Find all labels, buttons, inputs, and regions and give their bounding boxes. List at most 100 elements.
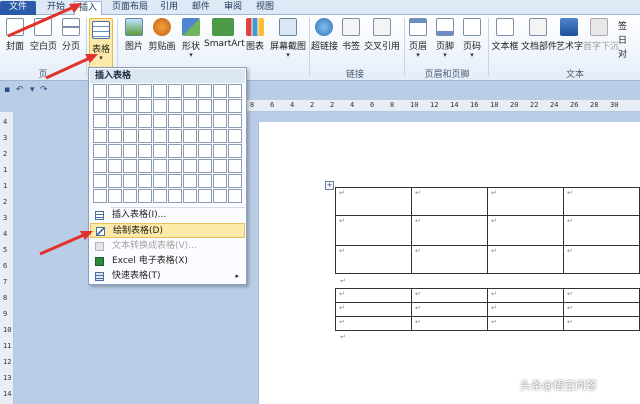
grid-cell[interactable] bbox=[228, 114, 242, 128]
table-cell[interactable]: ↵ bbox=[563, 288, 640, 303]
grid-cell[interactable] bbox=[228, 174, 242, 188]
grid-cell[interactable] bbox=[123, 114, 137, 128]
grid-cell[interactable] bbox=[123, 159, 137, 173]
grid-cell[interactable] bbox=[228, 129, 242, 143]
grid-cell[interactable] bbox=[93, 99, 107, 113]
grid-cell[interactable] bbox=[183, 114, 197, 128]
grid-cell[interactable] bbox=[123, 129, 137, 143]
table-cell[interactable]: ↵ bbox=[487, 302, 564, 317]
table-cell[interactable]: ↵ bbox=[411, 288, 488, 303]
table-cell[interactable]: ↵ bbox=[563, 215, 640, 246]
cross-reference-button[interactable]: 交叉引用 bbox=[364, 18, 400, 52]
save-icon[interactable]: ▪ bbox=[4, 85, 10, 95]
grid-cell[interactable] bbox=[228, 144, 242, 158]
header-button[interactable]: 页眉 ▾ bbox=[407, 18, 429, 59]
grid-cell[interactable] bbox=[183, 129, 197, 143]
grid-cell[interactable] bbox=[108, 114, 122, 128]
table-cell[interactable]: ↵ bbox=[411, 215, 488, 246]
grid-cell[interactable] bbox=[153, 174, 167, 188]
tab-review[interactable]: 审阅 bbox=[220, 1, 246, 15]
table-cell[interactable]: ↵ bbox=[487, 187, 564, 216]
redo-icon[interactable]: ↷ bbox=[40, 85, 48, 95]
table-cell[interactable]: ↵ bbox=[563, 245, 640, 274]
tab-view[interactable]: 视图 bbox=[252, 1, 278, 15]
grid-cell[interactable] bbox=[123, 174, 137, 188]
horizontal-ruler[interactable]: 8 6 4 2 2 4 6 8 10 12 14 16 18 20 22 24 26 28 30 bbox=[246, 100, 640, 112]
grid-cell[interactable] bbox=[108, 84, 122, 98]
menu-item-convert-text-to-table[interactable]: 文本转换成表格(V)... bbox=[90, 239, 245, 254]
object-button[interactable]: 对 bbox=[618, 47, 627, 60]
grid-cell[interactable] bbox=[198, 159, 212, 173]
grid-cell[interactable] bbox=[228, 84, 242, 98]
undo-icon[interactable]: ↶ bbox=[16, 85, 24, 95]
grid-cell[interactable] bbox=[93, 144, 107, 158]
grid-cell[interactable] bbox=[108, 99, 122, 113]
grid-cell[interactable] bbox=[183, 84, 197, 98]
menu-item-quick-tables[interactable]: 快速表格(T) ▸ bbox=[90, 269, 245, 284]
table-cell[interactable]: ↵ bbox=[335, 302, 412, 317]
grid-cell[interactable] bbox=[213, 174, 227, 188]
table-cell[interactable]: ↵ bbox=[563, 316, 640, 331]
tab-references[interactable]: 引用 bbox=[156, 1, 182, 15]
grid-cell[interactable] bbox=[168, 114, 182, 128]
table-move-handle-icon[interactable]: + bbox=[325, 181, 334, 190]
grid-cell[interactable] bbox=[198, 129, 212, 143]
grid-cell[interactable] bbox=[168, 84, 182, 98]
grid-cell[interactable] bbox=[168, 99, 182, 113]
footer-button[interactable]: 页脚 ▾ bbox=[434, 18, 456, 59]
tab-file[interactable]: 文件 bbox=[0, 1, 36, 15]
table-cell[interactable]: ↵ bbox=[335, 187, 412, 216]
grid-cell[interactable] bbox=[108, 174, 122, 188]
grid-cell[interactable] bbox=[153, 99, 167, 113]
grid-cell[interactable] bbox=[168, 144, 182, 158]
signature-line-button[interactable]: 签 bbox=[618, 19, 627, 32]
grid-cell[interactable] bbox=[93, 189, 107, 203]
tab-home[interactable]: 开始 bbox=[44, 1, 68, 15]
menu-item-excel-spreadsheet[interactable]: Excel 电子表格(X) bbox=[90, 254, 245, 269]
screenshot-button[interactable]: 屏幕截图 ▾ bbox=[268, 18, 308, 59]
grid-cell[interactable] bbox=[153, 144, 167, 158]
table-cell[interactable]: ↵ bbox=[487, 288, 564, 303]
grid-cell[interactable] bbox=[138, 99, 152, 113]
grid-cell[interactable] bbox=[138, 84, 152, 98]
grid-cell[interactable] bbox=[108, 159, 122, 173]
table-cell[interactable]: ↵ bbox=[411, 187, 488, 216]
table-cell[interactable]: ↵ bbox=[487, 245, 564, 274]
document-table[interactable]: ↵ ↵ ↵ ↵ ↵ ↵ ↵ ↵ ↵ ↵ ↵ ↵ bbox=[335, 187, 640, 274]
page-number-button[interactable]: 页码 ▾ bbox=[461, 18, 483, 59]
grid-cell[interactable] bbox=[168, 129, 182, 143]
picture-button[interactable]: 图片 bbox=[122, 18, 146, 52]
grid-cell[interactable] bbox=[138, 189, 152, 203]
grid-cell[interactable] bbox=[213, 189, 227, 203]
grid-cell[interactable] bbox=[183, 174, 197, 188]
table-button[interactable]: 表格 ▾ bbox=[89, 18, 113, 68]
grid-cell[interactable] bbox=[123, 144, 137, 158]
grid-cell[interactable] bbox=[93, 159, 107, 173]
document-table[interactable]: ↵ ↵ ↵ ↵ ↵ ↵ ↵ ↵ ↵ ↵ ↵ ↵ bbox=[335, 288, 640, 331]
table-cell[interactable]: ↵ bbox=[335, 245, 412, 274]
grid-cell[interactable] bbox=[138, 174, 152, 188]
grid-cell[interactable] bbox=[213, 144, 227, 158]
grid-cell[interactable] bbox=[138, 114, 152, 128]
grid-cell[interactable] bbox=[108, 189, 122, 203]
grid-cell[interactable] bbox=[213, 84, 227, 98]
grid-cell[interactable] bbox=[228, 159, 242, 173]
table-cell[interactable]: ↵ bbox=[487, 316, 564, 331]
grid-cell[interactable] bbox=[183, 144, 197, 158]
grid-cell[interactable] bbox=[168, 174, 182, 188]
wordart-button[interactable]: 艺术字 bbox=[556, 18, 583, 52]
menu-item-draw-table[interactable]: 绘制表格(D) bbox=[90, 223, 245, 238]
clipart-button[interactable]: 剪贴画 bbox=[148, 18, 176, 52]
grid-cell[interactable] bbox=[153, 189, 167, 203]
grid-cell[interactable] bbox=[93, 129, 107, 143]
grid-cell[interactable] bbox=[138, 129, 152, 143]
grid-cell[interactable] bbox=[153, 114, 167, 128]
drop-cap-button[interactable]: 首字下沉 bbox=[583, 18, 619, 52]
bookmark-button[interactable]: 书签 bbox=[340, 18, 362, 52]
blank-page-button[interactable]: 空白页 bbox=[30, 18, 57, 52]
grid-cell[interactable] bbox=[198, 114, 212, 128]
grid-cell[interactable] bbox=[138, 144, 152, 158]
table-cell[interactable]: ↵ bbox=[335, 288, 412, 303]
table-cell[interactable]: ↵ bbox=[411, 245, 488, 274]
table-cell[interactable]: ↵ bbox=[563, 187, 640, 216]
